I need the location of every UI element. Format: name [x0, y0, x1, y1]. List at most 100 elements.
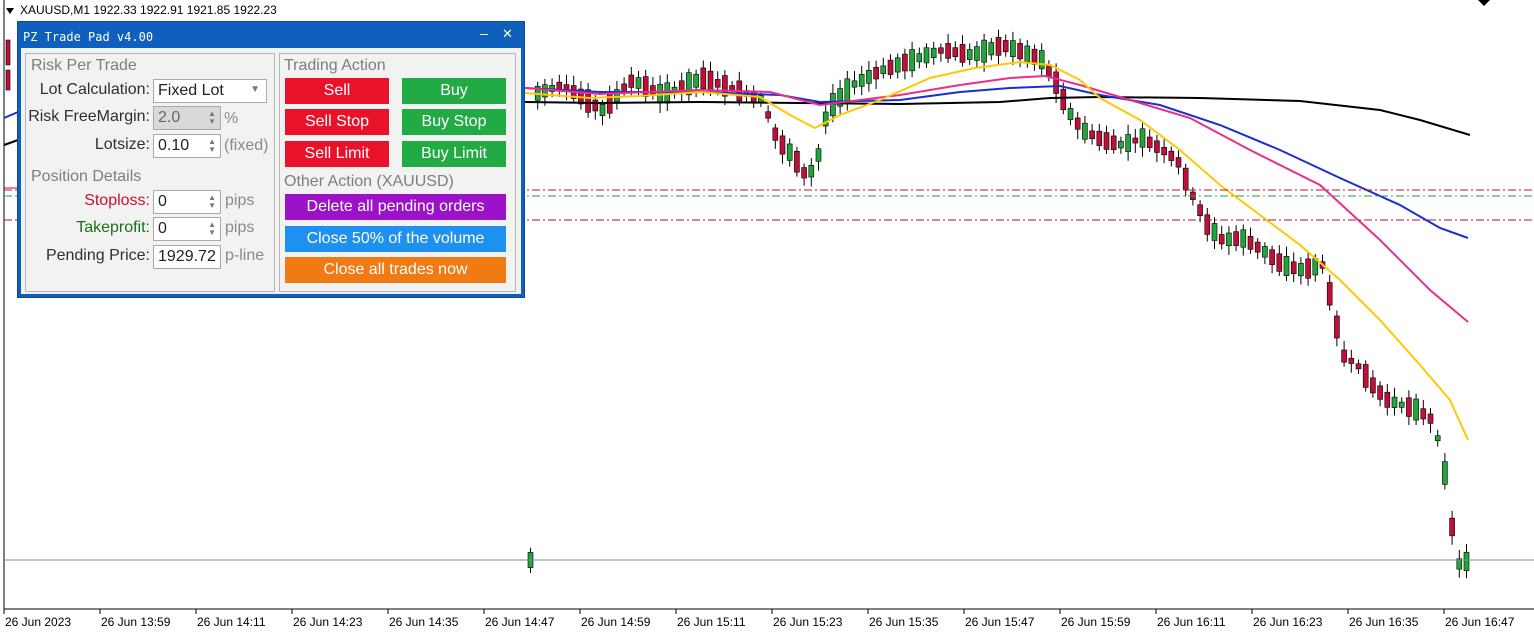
candle-body	[1226, 232, 1232, 247]
candle-body	[1290, 261, 1297, 275]
candle-body	[794, 151, 800, 173]
time-label: 26 Jun 15:23	[773, 615, 843, 629]
candle-body	[1276, 253, 1283, 272]
candle-body	[1074, 117, 1081, 130]
time-label: 26 Jun 2023	[5, 615, 72, 629]
candle-body	[1240, 229, 1247, 248]
lotsize-label: Lotsize:	[94, 136, 150, 153]
candle-body	[1204, 214, 1211, 235]
sell-limit-button[interactable]: Sell Limit	[285, 141, 389, 167]
candle-body	[1089, 130, 1095, 140]
candle-body	[981, 39, 987, 63]
close-half-volume-button[interactable]: Close 50% of the volume	[285, 226, 506, 252]
candle-body	[1082, 122, 1088, 140]
spinner-arrows-icon[interactable]: ▲ ▼	[208, 138, 216, 154]
candle-body	[938, 47, 944, 54]
takeprofit-value: 0	[158, 220, 167, 237]
candle-body	[1175, 157, 1182, 168]
time-label: 26 Jun 15:59	[1061, 615, 1131, 629]
candle-body	[988, 42, 995, 56]
pending-price-input[interactable]: 1929.72	[153, 245, 221, 269]
close-button[interactable]: ✕	[502, 26, 513, 42]
candle-body	[1118, 140, 1124, 149]
candle-body	[1154, 140, 1160, 153]
close-all-trades-button[interactable]: Close all trades now	[285, 257, 506, 283]
candle-body	[1413, 398, 1419, 421]
lotsize-value: 0.10	[158, 137, 190, 154]
sell-stop-button[interactable]: Sell Stop	[285, 109, 389, 135]
time-label: 26 Jun 16:23	[1253, 615, 1323, 629]
candle-body	[1110, 135, 1117, 150]
candle-body	[1247, 235, 1254, 250]
pending-price-value: 1929.72	[158, 248, 216, 265]
time-label: 26 Jun 15:11	[677, 615, 746, 629]
lot-calculation-label: Lot Calculation:	[39, 81, 150, 98]
buy-stop-button[interactable]: Buy Stop	[402, 109, 506, 135]
buy-button[interactable]: Buy	[402, 78, 506, 104]
pending-price-unit: p-line	[225, 247, 265, 264]
minimize-button[interactable]: –	[480, 25, 488, 41]
time-label: 26 Jun 15:47	[965, 615, 1035, 629]
risk-percent-unit: %	[224, 110, 239, 127]
delete-pending-orders-button[interactable]: Delete all pending orders	[285, 194, 506, 220]
risk-free-margin-value: 2.0	[158, 109, 181, 126]
time-label: 26 Jun 14:59	[581, 615, 651, 629]
candle-body	[844, 78, 851, 102]
time-label: 26 Jun 13:59	[101, 615, 171, 629]
candle-body	[808, 164, 815, 178]
sell-button[interactable]: Sell	[285, 78, 389, 104]
candle-body	[1370, 377, 1376, 394]
lotsize-input[interactable]: 0.10 ▲ ▼	[153, 134, 221, 158]
trade-pad-title: PZ Trade Pad v4.00	[23, 30, 154, 44]
stoploss-label: Stoploss:	[84, 192, 150, 209]
candle-body	[779, 135, 786, 155]
moving-average-magenta	[524, 74, 1469, 323]
moving-average-blue-left	[3, 111, 19, 119]
candle-body	[1218, 234, 1225, 245]
takeprofit-label: Takeprofit:	[76, 219, 150, 236]
buy-limit-button[interactable]: Buy Limit	[402, 141, 506, 167]
time-label: 26 Jun 14:47	[485, 615, 555, 629]
stoploss-input[interactable]: 0 ▲ ▼	[153, 190, 221, 214]
candle-body	[1017, 43, 1023, 60]
candle-body	[952, 47, 959, 57]
candle-body	[966, 49, 973, 60]
candle-body	[1269, 249, 1275, 265]
stoploss-unit: pips	[225, 192, 255, 209]
chart-menu-triangle-icon[interactable]	[6, 7, 14, 14]
trade-pad-body: Risk Per Trade Lot Calculation: Fixed Lo…	[21, 48, 521, 294]
lotsize-unit: (fixed)	[224, 137, 269, 154]
candle-body	[635, 77, 642, 89]
candle-body	[1298, 263, 1304, 277]
lot-calculation-value: Fixed Lot	[158, 82, 224, 99]
candle-body	[1182, 167, 1189, 191]
candle-body	[1254, 241, 1261, 253]
moving-average-blue	[524, 84, 1469, 239]
candle-body	[1132, 137, 1139, 144]
trading-action-heading: Trading Action	[284, 57, 386, 74]
trade-pad-titlebar[interactable]: PZ Trade Pad v4.00 – ✕	[18, 22, 524, 48]
candle-body	[1434, 435, 1441, 442]
candle-body	[887, 59, 894, 75]
candle-body	[1377, 385, 1383, 400]
takeprofit-input[interactable]: 0 ▲ ▼	[153, 217, 221, 241]
candle-body	[945, 43, 951, 59]
candle-body	[1197, 204, 1203, 216]
candle-body	[1362, 364, 1369, 388]
candle-body	[815, 148, 822, 162]
spinner-arrows-icon[interactable]: ▲ ▼	[208, 221, 216, 237]
time-label: 26 Jun 16:47	[1445, 615, 1515, 629]
actions-box: Trading Action Sell Buy Sell Stop Buy St…	[279, 53, 516, 292]
candle-body	[1053, 71, 1059, 94]
candle-body	[1002, 40, 1009, 53]
candle-body	[693, 73, 699, 88]
candle-body	[1046, 64, 1052, 77]
candle-body	[916, 53, 923, 63]
pending-price-label: Pending Price:	[45, 247, 150, 264]
lot-calculation-select[interactable]: Fixed Lot ▼	[153, 79, 267, 103]
candle-body	[628, 74, 635, 88]
candle-body	[1427, 413, 1434, 424]
candle-body	[1146, 136, 1153, 148]
spinner-arrows-icon[interactable]: ▲ ▼	[208, 194, 216, 210]
candle-body	[1398, 401, 1405, 408]
